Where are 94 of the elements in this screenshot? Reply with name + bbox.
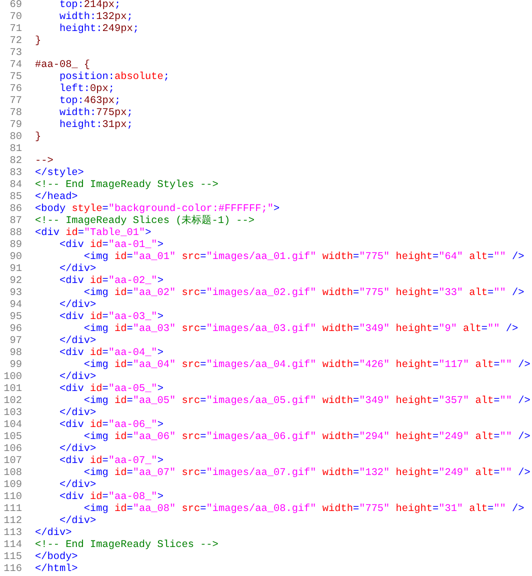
code-line: </div> xyxy=(58,372,96,384)
code-line: position:absolute; xyxy=(58,72,170,84)
code-line: width:775px; xyxy=(58,108,133,120)
code-line: <img id="aa_06" src="images/aa_06.gif" width="294" height="249" alt="" /> xyxy=(82,432,530,444)
code-line: <div id="aa-01_"> xyxy=(58,240,164,252)
code-line: <img id="aa_07" src="images/aa_07.gif" width="132" height="249" alt="" /> xyxy=(82,468,530,480)
code-line: </div> xyxy=(58,480,96,492)
code-line: <img id="aa_02" src="images/aa_02.gif" width="775" height="33" alt="" /> xyxy=(82,288,524,300)
line-number: 104 xyxy=(2,420,22,432)
line-number: 111 xyxy=(2,504,22,516)
line-number: 102 xyxy=(2,396,22,408)
code-line: <div id="aa-06_"> xyxy=(58,420,164,432)
line-number: 103 xyxy=(2,408,22,420)
line-number: 72 xyxy=(8,36,22,48)
code-line: } xyxy=(35,36,42,48)
line-number: 81 xyxy=(8,144,22,156)
code-line: top:214px; xyxy=(58,0,121,12)
line-number: 84 xyxy=(8,180,22,192)
line-number: 71 xyxy=(8,24,22,36)
line-number: 75 xyxy=(8,72,22,84)
code-line: <div id="aa-02_"> xyxy=(58,276,164,288)
line-number: 69 xyxy=(8,0,22,12)
code-line: </body> xyxy=(35,552,78,564)
code-line: <div id="Table_01"> xyxy=(35,228,152,240)
line-number: 73 xyxy=(8,48,22,60)
line-number: 105 xyxy=(2,432,22,444)
line-number: 115 xyxy=(2,552,22,564)
code-line: </div> xyxy=(58,300,96,312)
line-number: 93 xyxy=(8,288,22,300)
code-line: <div id="aa-04_"> xyxy=(58,348,164,360)
code-line: </html> xyxy=(35,564,78,576)
code-line: #aa-08_ { xyxy=(35,60,90,72)
line-number: 110 xyxy=(2,492,22,504)
line-number: 112 xyxy=(2,516,22,528)
line-number: 85 xyxy=(8,192,22,204)
line-number: 79 xyxy=(8,120,22,132)
code-line: height:31px; xyxy=(58,120,133,132)
line-number: 97 xyxy=(8,336,22,348)
code-line: <div id="aa-05_"> xyxy=(58,384,164,396)
line-number: 99 xyxy=(8,360,22,372)
line-number: 108 xyxy=(2,468,22,480)
code-line: <!-- ImageReady Slices (未标题-1) --> xyxy=(35,216,255,228)
line-number: 116 xyxy=(2,564,22,576)
line-number: 100 xyxy=(2,372,22,384)
line-number: 107 xyxy=(2,456,22,468)
line-number: 92 xyxy=(8,276,22,288)
line-number: 87 xyxy=(8,216,22,228)
code-line: </div> xyxy=(58,264,96,276)
code-line: <div id="aa-03_"> xyxy=(58,312,164,324)
line-number: 83 xyxy=(8,168,22,180)
line-number: 113 xyxy=(2,528,22,540)
code-line: <img id="aa_08" src="images/aa_08.gif" width="775" height="31" alt="" /> xyxy=(82,504,524,516)
line-number: 86 xyxy=(8,204,22,216)
code-line: </div> xyxy=(58,408,96,420)
line-number: 74 xyxy=(8,60,22,72)
code-line: <img id="aa_03" src="images/aa_03.gif" width="349" height="9" alt="" /> xyxy=(82,324,518,336)
line-number: 114 xyxy=(2,540,22,552)
code-line: <!-- End ImageReady Styles --> xyxy=(35,180,218,192)
line-number: 95 xyxy=(8,312,22,324)
code-line: </head> xyxy=(35,192,78,204)
line-number: 89 xyxy=(8,240,22,252)
line-number: 96 xyxy=(8,324,22,336)
code-line: <div id="aa-07_"> xyxy=(58,456,164,468)
code-line: <img id="aa_01" src="images/aa_01.gif" width="775" height="64" alt="" /> xyxy=(82,252,524,264)
line-number: 109 xyxy=(2,480,22,492)
code-line: </div> xyxy=(35,528,72,540)
code-line: <img id="aa_04" src="images/aa_04.gif" width="426" height="117" alt="" /> xyxy=(82,360,530,372)
line-number: 77 xyxy=(8,96,22,108)
line-number: 88 xyxy=(8,228,22,240)
line-number: 76 xyxy=(8,84,22,96)
code-line: <img id="aa_05" src="images/aa_05.gif" width="349" height="357" alt="" /> xyxy=(82,396,530,408)
code-line: left:0px; xyxy=(58,84,114,96)
line-number: 98 xyxy=(8,348,22,360)
code-line: height:249px; xyxy=(58,24,139,36)
line-number: 78 xyxy=(8,108,22,120)
code-line: width:132px; xyxy=(58,12,133,24)
code-line: top:463px; xyxy=(58,96,121,108)
code-line: <body style="background-color:#FFFFFF;"> xyxy=(35,204,280,215)
code-line: } xyxy=(35,132,42,144)
line-number: 91 xyxy=(8,264,22,276)
code-line: <!-- End ImageReady Slices --> xyxy=(35,540,218,552)
line-number: 80 xyxy=(8,132,22,144)
line-number: 70 xyxy=(8,12,22,24)
code-line: </style> xyxy=(35,168,84,180)
code-line: </div> xyxy=(58,444,96,456)
line-number: 101 xyxy=(2,384,22,396)
code-line: </div> xyxy=(58,516,96,528)
code-line: --> xyxy=(35,156,54,168)
code-line: </div> xyxy=(58,336,96,348)
line-number: 90 xyxy=(8,252,22,264)
line-number: 82 xyxy=(8,156,22,168)
code-line: <div id="aa-08_"> xyxy=(58,492,164,504)
line-number: 94 xyxy=(8,300,22,312)
line-number: 106 xyxy=(2,444,22,456)
